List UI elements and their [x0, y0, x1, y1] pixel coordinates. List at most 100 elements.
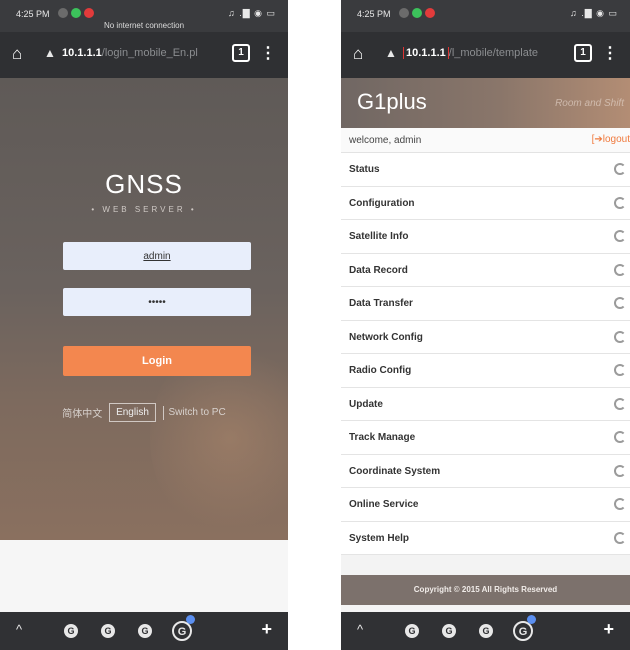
browser-bottom-bar: ^ G G G G + — [341, 612, 630, 650]
menu-item-label: Track Manage — [349, 432, 416, 443]
status-bar: 4:25 PM ♫ .▇ ◉ ▭ — [341, 0, 630, 32]
copyright-footer: Copyright © 2015 All Rights Reserved — [341, 575, 630, 605]
active-tab-icon[interactable]: G — [172, 621, 192, 641]
login-title: GNSS — [105, 169, 183, 199]
status-notification-icons — [399, 7, 438, 18]
app-header: G1plus Room and Shift — [341, 78, 630, 128]
menu-item-network-config[interactable]: Network Config — [341, 320, 630, 354]
menu-item-data-record[interactable]: Data Record — [341, 253, 630, 287]
login-button[interactable]: Login — [63, 346, 251, 376]
menu-item-label: Update — [349, 398, 383, 410]
chevron-right-icon — [614, 431, 626, 443]
tab-icon[interactable]: G — [479, 624, 493, 638]
app-icon — [399, 7, 409, 18]
url-path: /login_mobile_En.pl — [101, 47, 198, 59]
chevron-right-icon — [614, 330, 626, 343]
menu-item-satellite-info[interactable]: Satellite Info — [341, 220, 630, 254]
menu-item-track-manage[interactable]: Track Manage — [341, 421, 630, 455]
menu-item-update[interactable]: Update — [341, 387, 630, 421]
url-host: 10.1.1.1 — [403, 47, 449, 59]
logout-icon: [➔ — [591, 134, 603, 145]
username-input[interactable] — [63, 242, 251, 270]
menu-item-coordinate-system[interactable]: Coordinate System — [341, 454, 630, 488]
insecure-warning-icon[interactable]: ▲ — [44, 46, 56, 60]
tab-icon[interactable]: G — [405, 624, 419, 638]
url-path: /l_mobile/template — [448, 47, 539, 59]
menu-item-data-transfer[interactable]: Data Transfer — [341, 287, 630, 321]
menu-item-label: Status — [349, 164, 380, 175]
header-tagline: Room and Shift — [555, 98, 624, 109]
menu-item-label: Satellite Info — [349, 231, 409, 242]
notification-badge — [527, 615, 536, 624]
welcome-bar: welcome, admin [➔logout — [341, 128, 630, 153]
status-bar: 4:25 PM ♫ .▇ ◉ ▭ No internet connection — [0, 0, 288, 32]
page-blank-area — [0, 540, 288, 612]
active-tab-icon[interactable]: G — [513, 621, 533, 641]
lang-english-button[interactable]: English — [109, 403, 156, 422]
lang-chinese-link[interactable]: 简体中文 — [62, 405, 102, 420]
notification-badge — [186, 615, 195, 624]
chevron-right-icon — [614, 196, 626, 209]
url-host: 10.1.1.1 — [62, 47, 102, 59]
chevron-right-icon — [614, 531, 626, 544]
tab-icon[interactable]: G — [101, 624, 115, 638]
chevron-right-icon — [614, 230, 626, 242]
menu-item-label: System Help — [349, 532, 410, 544]
tab-switcher-button[interactable]: 1 — [574, 44, 592, 62]
status-time: 4:25 PM — [16, 9, 50, 19]
menu-item-online-service[interactable]: Online Service — [341, 488, 630, 522]
chevron-up-icon[interactable]: ^ — [16, 622, 22, 637]
chevron-up-icon[interactable]: ^ — [357, 622, 363, 637]
app-icon — [71, 7, 81, 18]
menu-item-label: Online Service — [349, 499, 419, 510]
chevron-right-icon — [614, 397, 626, 410]
chevron-right-icon — [614, 464, 626, 477]
menu-item-label: Radio Config — [349, 365, 412, 376]
chevron-right-icon — [614, 163, 626, 175]
url-field[interactable]: 10.1.1.1/login_mobile_En.pl — [62, 47, 212, 59]
main-menu: Status Configuration Satellite Info Data… — [341, 153, 630, 555]
menu-item-label: Data Transfer — [349, 298, 413, 309]
browser-menu-icon[interactable]: ⋮ — [260, 43, 276, 63]
status-notification-icons — [58, 7, 97, 18]
password-input[interactable] — [63, 288, 251, 316]
chevron-right-icon — [614, 263, 626, 276]
switch-to-pc-link[interactable]: Switch to PC — [168, 407, 225, 418]
tab-icon[interactable]: G — [64, 624, 78, 638]
phone-screen-menu: 4:25 PM ♫ .▇ ◉ ▭ ⌂ ▲ 10.1.1.1/l_mobile/t… — [341, 0, 630, 650]
logout-link[interactable]: [➔logout — [592, 134, 630, 145]
app-icon — [58, 7, 68, 18]
new-tab-icon[interactable]: + — [261, 619, 272, 640]
menu-item-label: Network Config — [349, 331, 423, 343]
status-time: 4:25 PM — [357, 9, 391, 19]
divider — [162, 405, 164, 420]
menu-item-configuration[interactable]: Configuration — [341, 186, 630, 220]
home-icon[interactable]: ⌂ — [353, 44, 363, 64]
app-icon — [425, 7, 435, 18]
status-system-icons: ♫ .▇ ◉ ▭ — [569, 8, 618, 18]
home-icon[interactable]: ⌂ — [12, 44, 22, 64]
login-subtitle: • WEB SERVER • — [91, 205, 197, 214]
chevron-right-icon — [614, 498, 626, 510]
app-title: G1plus — [357, 89, 427, 114]
logout-label: logout — [602, 134, 630, 145]
insecure-warning-icon[interactable]: ▲ — [385, 46, 397, 60]
chevron-right-icon — [614, 364, 626, 376]
page-blank-area — [341, 605, 630, 612]
tab-icon[interactable]: G — [138, 624, 152, 638]
app-icon — [84, 7, 94, 18]
url-field[interactable]: 10.1.1.1/l_mobile/template — [403, 47, 553, 59]
app-icon — [412, 7, 422, 18]
menu-item-label: Configuration — [349, 197, 415, 209]
tab-icon[interactable]: G — [442, 624, 456, 638]
tab-switcher-button[interactable]: 1 — [232, 44, 250, 62]
menu-item-radio-config[interactable]: Radio Config — [341, 354, 630, 388]
menu-item-label: Coordinate System — [349, 465, 441, 477]
menu-item-system-help[interactable]: System Help — [341, 521, 630, 555]
browser-menu-icon[interactable]: ⋮ — [602, 43, 618, 63]
language-switcher: 简体中文 English Switch to PC — [0, 403, 288, 422]
browser-url-bar: ⌂ ▲ 10.1.1.1/l_mobile/template 1 ⋮ — [341, 32, 630, 78]
menu-item-status[interactable]: Status — [341, 153, 630, 187]
new-tab-icon[interactable]: + — [603, 619, 614, 640]
phone-screen-login: 4:25 PM ♫ .▇ ◉ ▭ No internet connection … — [0, 0, 288, 650]
